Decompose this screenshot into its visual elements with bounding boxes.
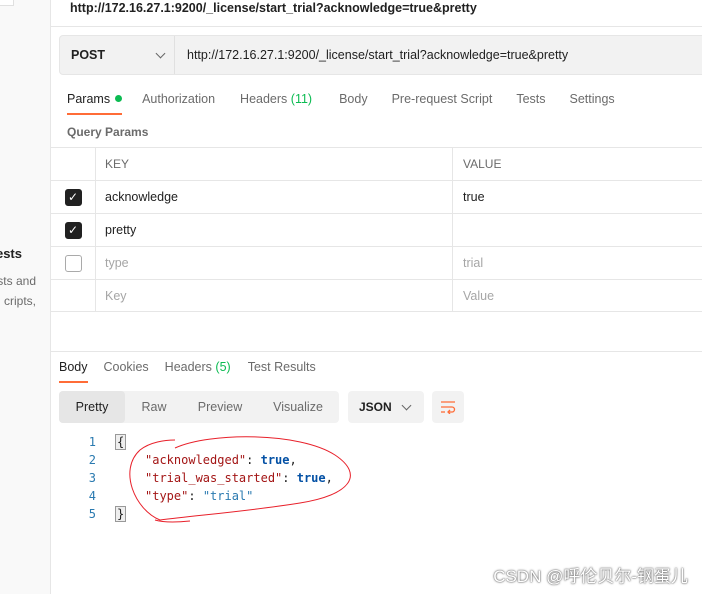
- annotation-ellipse: [129, 436, 351, 523]
- watermark: CSDN @呼伦贝尔-钢蛋儿: [493, 567, 688, 586]
